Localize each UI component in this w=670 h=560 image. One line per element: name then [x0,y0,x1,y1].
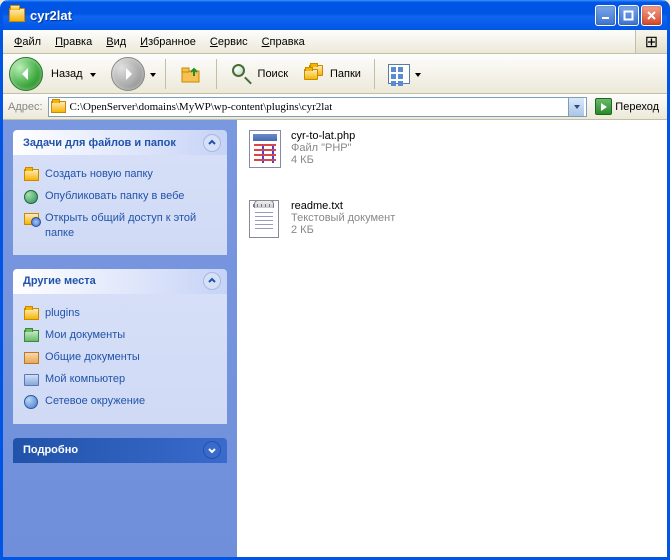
folders-button[interactable]: Папки [297,59,366,89]
network-icon [23,394,39,410]
details-group: Подробно [13,438,227,463]
forward-button[interactable] [111,57,145,91]
place-my-computer[interactable]: Мой компьютер [23,369,217,391]
address-label: Адрес: [8,101,43,113]
window-title: cyr2lat [30,8,595,23]
file-list[interactable]: cyr-to-lat.php Файл "PHP" 4 КБ readme.tx… [237,120,667,557]
menu-bar: Файл Правка Вид Избранное Сервис Справка… [3,30,667,54]
navigation-toolbar: Назад Поиск Папки [3,54,667,94]
php-file-icon [249,130,285,170]
file-item[interactable]: cyr-to-lat.php Файл "PHP" 4 КБ [249,130,449,170]
menu-file[interactable]: Файл [7,33,48,51]
go-arrow-icon [595,98,612,115]
file-type: Текстовый документ [291,212,395,224]
toolbar-separator [165,59,166,89]
maximize-button[interactable] [618,5,639,26]
address-input[interactable] [70,99,565,115]
explorer-window: cyr2lat Файл Правка Вид Избранное Сервис… [0,0,670,560]
file-name: cyr-to-lat.php [291,130,355,142]
views-icon [388,64,410,84]
my-computer-icon [23,372,39,388]
txt-file-icon [249,200,285,240]
menu-tools[interactable]: Сервис [203,33,255,51]
close-button[interactable] [641,5,662,26]
search-icon [230,62,254,86]
file-tasks-group: Задачи для файлов и папок Создать новую … [13,130,227,255]
my-documents-icon [23,328,39,344]
toolbar-separator [374,59,375,89]
task-new-folder[interactable]: Создать новую папку [23,164,217,186]
folder-icon [23,306,39,322]
place-plugins[interactable]: plugins [23,303,217,325]
place-my-documents[interactable]: Мои документы [23,325,217,347]
collapse-icon[interactable] [203,134,221,152]
go-button[interactable]: Переход [592,97,662,117]
expand-icon[interactable] [203,441,221,459]
menu-favorites[interactable]: Избранное [133,33,203,51]
task-publish-web[interactable]: Опубликовать папку в вебе [23,186,217,208]
menu-edit[interactable]: Правка [48,33,99,51]
share-folder-icon [23,211,39,227]
back-button[interactable] [9,57,43,91]
windows-logo-icon[interactable]: ⊞ [635,30,667,53]
search-button[interactable]: Поиск [225,59,293,89]
place-shared-documents[interactable]: Общие документы [23,347,217,369]
file-size: 4 КБ [291,154,355,166]
explorer-body: Задачи для файлов и папок Создать новую … [3,120,667,557]
back-label: Назад [51,68,83,80]
other-places-header[interactable]: Другие места [13,269,227,294]
new-folder-icon [23,167,39,183]
back-dropdown[interactable] [89,70,97,78]
folder-icon [9,8,25,22]
file-tasks-header[interactable]: Задачи для файлов и папок [13,130,227,155]
folders-icon [302,62,326,86]
shared-documents-icon [23,350,39,366]
place-network[interactable]: Сетевое окружение [23,391,217,413]
tasks-panel: Задачи для файлов и папок Создать новую … [3,120,237,557]
minimize-button[interactable] [595,5,616,26]
folder-icon [51,101,66,113]
toolbar-separator [216,59,217,89]
address-bar: Адрес: Переход [3,94,667,120]
address-dropdown[interactable] [568,98,584,116]
address-field[interactable] [48,97,588,117]
title-bar[interactable]: cyr2lat [3,0,667,30]
file-item[interactable]: readme.txt Текстовый документ 2 КБ [249,200,449,240]
file-type: Файл "PHP" [291,142,355,154]
details-header[interactable]: Подробно [13,438,227,463]
menu-help[interactable]: Справка [255,33,312,51]
globe-icon [23,189,39,205]
views-dropdown[interactable] [414,70,422,78]
views-button[interactable] [383,61,427,87]
up-button[interactable] [174,59,208,89]
file-name: readme.txt [291,200,395,212]
menu-view[interactable]: Вид [99,33,133,51]
folder-up-icon [179,62,203,86]
other-places-group: Другие места plugins Мои документы Общие [13,269,227,424]
file-size: 2 КБ [291,224,395,236]
task-share-folder[interactable]: Открыть общий доступ к этой папке [23,208,217,244]
collapse-icon[interactable] [203,272,221,290]
forward-dropdown[interactable] [149,70,157,78]
